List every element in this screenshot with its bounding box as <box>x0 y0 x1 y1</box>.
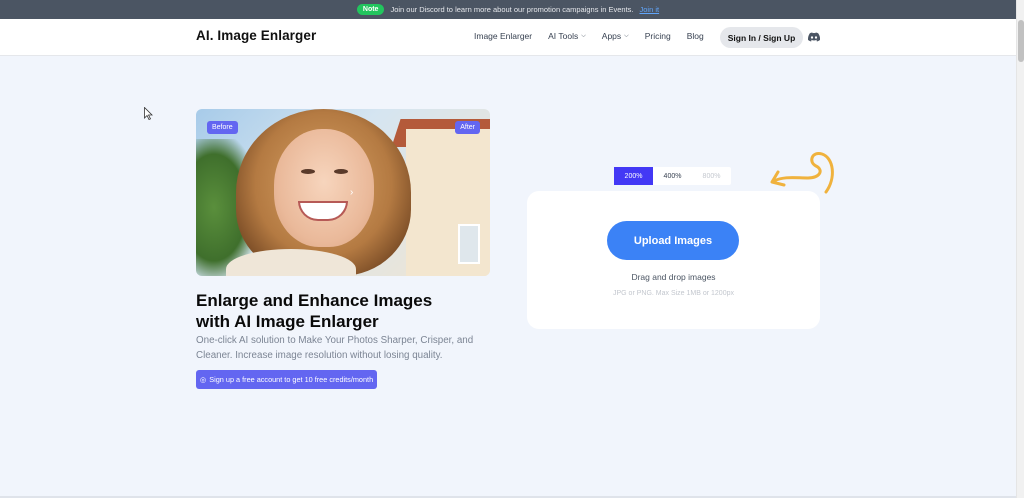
hero-description: One-click AI solution to Make Your Photo… <box>196 335 474 361</box>
title-line: with AI Image Enlarger <box>196 312 379 331</box>
upload-images-button[interactable]: Upload Images <box>607 221 739 260</box>
chevron-right-icon[interactable]: › <box>350 187 353 198</box>
scale-option-800[interactable]: 800% <box>692 167 731 185</box>
notice-text: Join our Discord to learn more about our… <box>390 5 634 14</box>
portrait-eye <box>301 169 315 174</box>
nav-apps[interactable]: Apps ⌵ <box>602 31 629 41</box>
notice-bar: Note Join our Discord to learn more abou… <box>0 0 1016 19</box>
file-limits-hint: JPG or PNG. Max Size 1MB or 1200px <box>613 290 734 297</box>
nav-label: Image Enlarger <box>474 31 533 41</box>
nav-label: Pricing <box>644 31 671 41</box>
scrollbar[interactable] <box>1016 0 1024 498</box>
title-line: Enlarge and Enhance Images <box>196 291 433 310</box>
before-tag: Before <box>207 121 238 134</box>
signin-button[interactable]: Sign In / Sign Up <box>720 27 803 48</box>
upload-card[interactable]: Upload Images Drag and drop images JPG o… <box>527 191 820 329</box>
portrait-eye <box>334 169 348 174</box>
page-title: Enlarge and Enhance Images with AI Image… <box>196 290 496 332</box>
main-nav: Image Enlarger AI Tools ⌵ Apps ⌵ Pricing… <box>474 31 720 41</box>
scale-selector: 200% 400% 800% <box>614 167 731 185</box>
chevron-down-icon: ⌵ <box>581 32 586 39</box>
curly-arrow-icon <box>770 152 834 194</box>
nav-image-enlarger[interactable]: Image Enlarger <box>474 31 532 41</box>
nav-label: Blog <box>686 31 704 41</box>
nav-pricing[interactable]: Pricing <box>645 31 671 41</box>
signup-free-credits-button[interactable]: ◎ Sign up a free account to get 10 free … <box>196 370 377 389</box>
scale-option-400[interactable]: 400% <box>653 167 692 185</box>
nav-ai-tools[interactable]: AI Tools ⌵ <box>548 31 586 41</box>
nav-blog[interactable]: Blog <box>687 31 704 41</box>
mouse-cursor-icon <box>144 107 153 120</box>
scale-option-200[interactable]: 200% <box>614 167 653 185</box>
page: Note Join our Discord to learn more abou… <box>0 0 1024 498</box>
nav-label: Apps <box>601 31 622 41</box>
chevron-down-icon: ⌵ <box>624 32 629 39</box>
scrollbar-thumb[interactable] <box>1018 20 1024 62</box>
join-discord-link[interactable]: Join it <box>640 5 660 14</box>
cta-label: Sign up a free account to get 10 free cr… <box>209 375 374 384</box>
header: AI. Image Enlarger Image Enlarger AI Too… <box>0 19 1016 56</box>
note-badge: Note <box>356 4 385 15</box>
nav-label: AI Tools <box>548 31 579 41</box>
drag-drop-text: Drag and drop images <box>631 272 716 282</box>
house-window <box>458 224 480 264</box>
before-after-image[interactable]: › Before After <box>196 109 490 276</box>
portrait-face <box>274 129 374 247</box>
logo[interactable]: AI. Image Enlarger <box>196 28 316 43</box>
discord-icon[interactable] <box>808 32 820 42</box>
after-tag: After <box>455 121 480 134</box>
gift-icon: ◎ <box>199 375 207 384</box>
